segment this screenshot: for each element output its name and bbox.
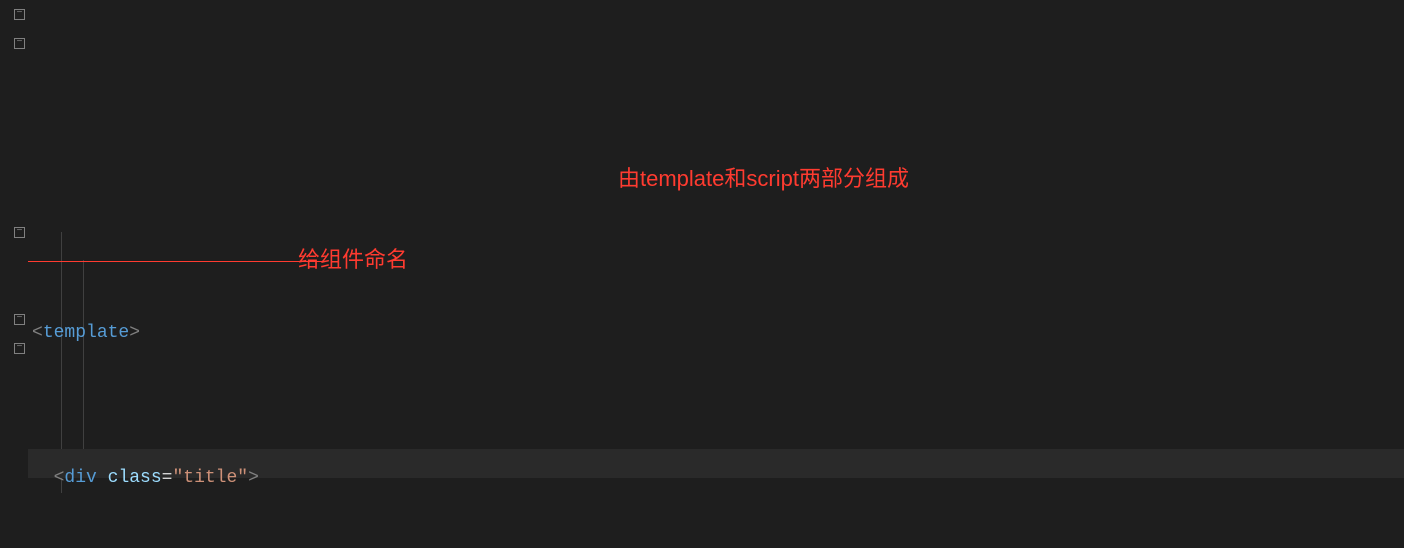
code-area[interactable]: <template> <div class="title"> <div><h3>… [28, 0, 1404, 548]
fold-icon[interactable]: − [14, 38, 25, 49]
fold-icon[interactable]: − [14, 227, 25, 238]
fold-icon[interactable]: − [14, 343, 25, 354]
annotation-line [28, 261, 326, 262]
gutter: − − − − − [0, 0, 28, 548]
annotation-text: 给组件命名 [298, 245, 408, 274]
code-line: <div class="title"> [32, 464, 1404, 493]
code-line: <template> [32, 319, 1404, 348]
code-editor[interactable]: − − − − − <template> <div class="title">… [0, 0, 1404, 548]
annotation-text: 由template和script两部分组成 [618, 164, 909, 193]
fold-icon[interactable]: − [14, 314, 25, 325]
fold-icon[interactable]: − [14, 9, 25, 20]
